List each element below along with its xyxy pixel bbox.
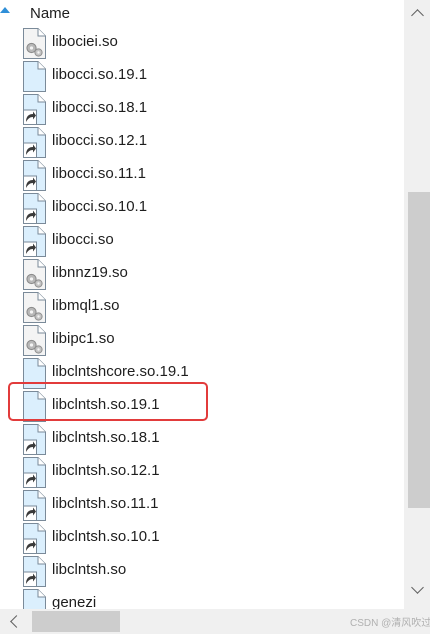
- settings-file-icon: [20, 324, 48, 356]
- shortcut-file-icon: [20, 192, 48, 224]
- file-name: genezi: [52, 594, 97, 609]
- horizontal-scroll-thumb[interactable]: [32, 611, 120, 632]
- blank-file-icon: [20, 60, 48, 92]
- shortcut-file-icon: [20, 93, 48, 125]
- file-row[interactable]: libclntshcore.so.19.1: [0, 356, 404, 389]
- shortcut-file-icon: [20, 456, 48, 488]
- name-column-header[interactable]: Name: [30, 5, 70, 22]
- horizontal-scrollbar[interactable]: [0, 609, 404, 634]
- file-name: libclntsh.so.12.1: [52, 462, 160, 479]
- shortcut-file-icon: [20, 126, 48, 158]
- file-name: libociei.so: [52, 33, 118, 50]
- file-row[interactable]: libnnz19.so: [0, 257, 404, 290]
- file-row[interactable]: libclntsh.so: [0, 554, 404, 587]
- file-row[interactable]: genezi: [0, 587, 404, 609]
- file-row[interactable]: libclntsh.so.19.1: [0, 389, 404, 422]
- shortcut-file-icon: [20, 489, 48, 521]
- scroll-down-icon[interactable]: [411, 581, 424, 594]
- shortcut-file-icon: [20, 555, 48, 587]
- file-name: libocci.so.19.1: [52, 66, 148, 83]
- file-name: libclntshcore.so.19.1: [52, 363, 189, 380]
- file-name: libocci.so.18.1: [52, 99, 148, 116]
- file-explorer-window: Name libociei.so libocci.so.19.1 libocci.s…: [0, 0, 430, 634]
- blank-file-icon: [20, 588, 48, 609]
- file-row[interactable]: libipc1.so: [0, 323, 404, 356]
- file-row[interactable]: libmql1.so: [0, 290, 404, 323]
- file-name: libocci.so.10.1: [52, 198, 148, 215]
- file-row[interactable]: libociei.so: [0, 26, 404, 59]
- file-name: libmql1.so: [52, 297, 120, 314]
- file-row[interactable]: libocci.so: [0, 224, 404, 257]
- settings-file-icon: [20, 291, 48, 323]
- file-row[interactable]: libclntsh.so.12.1: [0, 455, 404, 488]
- vertical-scroll-thumb[interactable]: [408, 192, 430, 508]
- file-row[interactable]: libocci.so.11.1: [0, 158, 404, 191]
- file-row[interactable]: libclntsh.so.11.1: [0, 488, 404, 521]
- file-name: libocci.so.11.1: [52, 165, 146, 182]
- scroll-up-icon[interactable]: [411, 9, 424, 22]
- shortcut-file-icon: [20, 225, 48, 257]
- blank-file-icon: [20, 357, 48, 389]
- file-row[interactable]: libclntsh.so.10.1: [0, 521, 404, 554]
- file-name: libocci.so.12.1: [52, 132, 148, 149]
- file-row[interactable]: libclntsh.so.18.1: [0, 422, 404, 455]
- blank-file-icon: [20, 390, 48, 422]
- file-name: libclntsh.so.10.1: [52, 528, 160, 545]
- shortcut-file-icon: [20, 159, 48, 191]
- file-list: libociei.so libocci.so.19.1 libocci.so.18.…: [0, 26, 404, 609]
- file-row[interactable]: libocci.so.19.1: [0, 59, 404, 92]
- file-row[interactable]: libocci.so.10.1: [0, 191, 404, 224]
- settings-file-icon: [20, 258, 48, 290]
- file-name: libocci.so: [52, 231, 114, 248]
- file-row[interactable]: libocci.so.12.1: [0, 125, 404, 158]
- shortcut-file-icon: [20, 522, 48, 554]
- file-name: libclntsh.so.18.1: [52, 429, 160, 446]
- vertical-scrollbar[interactable]: [404, 0, 430, 609]
- file-name: libclntsh.so.11.1: [52, 495, 159, 512]
- watermark: CSDN @清风吹过: [350, 618, 430, 629]
- scroll-left-icon[interactable]: [10, 615, 23, 628]
- file-name: libnnz19.so: [52, 264, 128, 281]
- file-name: libclntsh.so: [52, 561, 127, 578]
- file-name: libipc1.so: [52, 330, 115, 347]
- settings-file-icon: [20, 27, 48, 59]
- column-header[interactable]: Name: [0, 0, 404, 26]
- sort-ascending-icon: [0, 7, 10, 13]
- file-row[interactable]: libocci.so.18.1: [0, 92, 404, 125]
- shortcut-file-icon: [20, 423, 48, 455]
- file-name: libclntsh.so.19.1: [52, 396, 160, 413]
